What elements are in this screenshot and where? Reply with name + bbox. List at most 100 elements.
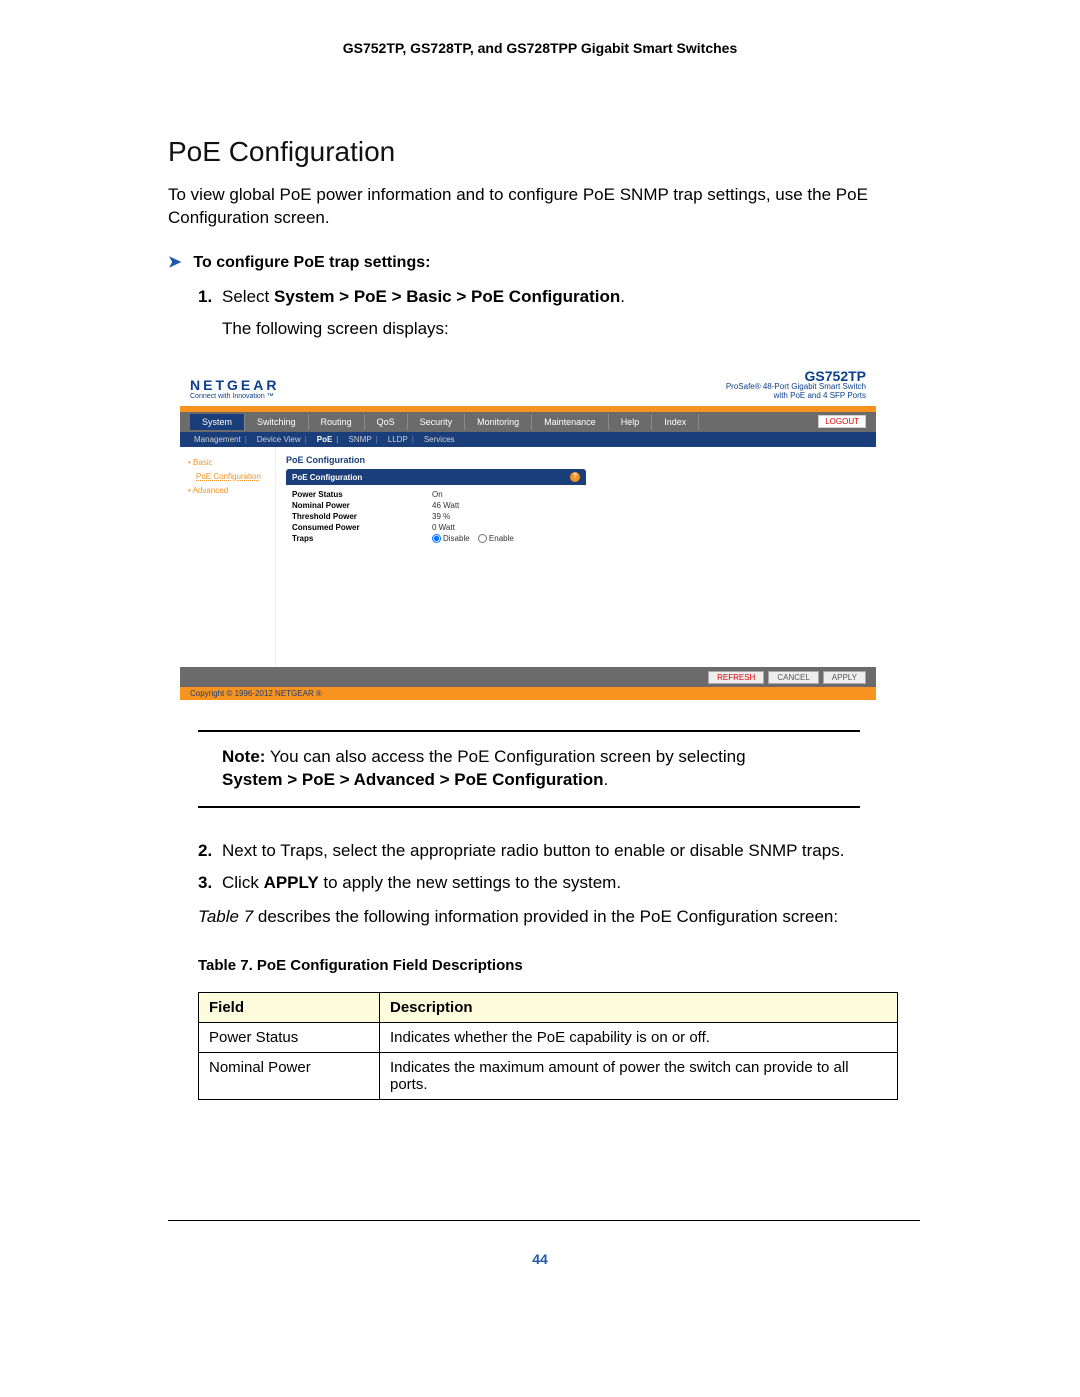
screenshot-copyright: Copyright © 1996-2012 NETGEAR ® [180, 687, 876, 700]
field-description-table: Field Description Power Status Indicates… [198, 992, 898, 1100]
tab-maintenance[interactable]: Maintenance [532, 414, 609, 430]
content-area: PoE Configuration To view global PoE pow… [0, 136, 1080, 1100]
tab-help[interactable]: Help [609, 414, 653, 430]
steps-list: 1. Select System > PoE > Basic > PoE Con… [198, 284, 920, 343]
tab-system[interactable]: System [190, 414, 245, 430]
tab-routing[interactable]: Routing [309, 414, 365, 430]
tab-qos[interactable]: QoS [365, 414, 408, 430]
screenshot: NETGEAR Connect with Innovation ™ GS752T… [180, 361, 876, 700]
sidebar-basic-label: Basic [193, 458, 213, 467]
subtab-snmp[interactable]: SNMP [345, 435, 382, 444]
table-caption: Table 7. PoE Configuration Field Descrip… [198, 957, 920, 974]
model-line2: with PoE and 4 SFP Ports [726, 392, 866, 400]
row-power-status: Power Status On [286, 489, 586, 500]
traps-value: Disable Enable [432, 534, 520, 545]
table-ref-italic: Table 7 [198, 907, 253, 926]
logout-button[interactable]: LOGOUT [818, 415, 866, 428]
procedure-heading-text: To configure PoE trap settings: [193, 254, 430, 272]
subtab-services[interactable]: Services [420, 435, 459, 444]
step-2: 2. Next to Traps, select the appropriate… [198, 838, 920, 864]
netgear-logo: NETGEAR [190, 377, 279, 393]
consumed-power-value: 0 Watt [432, 523, 455, 532]
subtab-management[interactable]: Management [190, 435, 251, 444]
sidebar-item-poe-config[interactable]: PoE Configuration [180, 470, 275, 483]
step-3: 3. Click APPLY to apply the new settings… [198, 870, 920, 896]
note-prefix: Note: [222, 747, 265, 766]
note-rule-top [198, 730, 860, 732]
panel-body: Power Status On Nominal Power 46 Watt Th… [286, 485, 586, 550]
nominal-power-label: Nominal Power [292, 501, 432, 510]
tab-monitoring[interactable]: Monitoring [465, 414, 532, 430]
table-ref-rest: describes the following information prov… [253, 907, 838, 926]
note-line2-bold: System > PoE > Advanced > PoE Configurat… [222, 770, 604, 789]
step-number: 3. [198, 870, 212, 896]
main-panel-area: PoE Configuration PoE Configuration ? Po… [276, 447, 876, 667]
apply-button[interactable]: APPLY [823, 671, 866, 684]
step-text-bold: System > PoE > Basic > PoE Configuration [274, 287, 620, 306]
table-reference: Table 7 describes the following informat… [198, 907, 920, 927]
td-field: Nominal Power [199, 1052, 380, 1099]
disable-label: Disable [443, 534, 470, 543]
row-nominal-power: Nominal Power 46 Watt [286, 500, 586, 511]
radio-enable[interactable] [478, 534, 487, 543]
screenshot-body: • Basic PoE Configuration • Advanced PoE… [180, 447, 876, 667]
brand-tagline: Connect with Innovation ™ [190, 393, 279, 400]
subtab-poe[interactable]: PoE [313, 435, 343, 444]
sidebar-item-advanced[interactable]: • Advanced [180, 483, 275, 498]
footer-rule [168, 1220, 920, 1221]
main-tabs: System Switching Routing QoS Security Mo… [180, 412, 876, 432]
refresh-button[interactable]: REFRESH [708, 671, 764, 684]
model-number: GS752TP [726, 369, 866, 384]
traps-disable-radio[interactable]: Disable [432, 534, 470, 543]
subtab-device-view[interactable]: Device View [253, 435, 311, 444]
note-line2-suffix: . [604, 770, 609, 789]
row-consumed-power: Consumed Power 0 Watt [286, 522, 586, 533]
panel-title: PoE Configuration [286, 455, 866, 465]
cancel-button[interactable]: CANCEL [768, 671, 818, 684]
step-text-prefix: Select [222, 287, 274, 306]
step-text: Next to Traps, select the appropriate ra… [222, 841, 844, 860]
intro-paragraph: To view global PoE power information and… [168, 184, 920, 230]
th-description: Description [380, 992, 898, 1022]
brand-block: NETGEAR Connect with Innovation ™ [190, 377, 279, 400]
traps-enable-radio[interactable]: Enable [478, 534, 514, 543]
page-number: 44 [0, 1251, 1080, 1267]
section-title: PoE Configuration [168, 136, 920, 168]
sidebar-item-basic[interactable]: • Basic [180, 455, 275, 470]
tab-index[interactable]: Index [652, 414, 699, 430]
screenshot-header: NETGEAR Connect with Innovation ™ GS752T… [180, 361, 876, 406]
info-icon[interactable]: ? [570, 472, 580, 482]
tab-switching[interactable]: Switching [245, 414, 309, 430]
threshold-power-value: 39 % [432, 512, 450, 521]
step-text-bold: APPLY [264, 873, 319, 892]
step-text-prefix: Click [222, 873, 264, 892]
panel-header-text: PoE Configuration [292, 473, 362, 482]
sidebar-advanced-label: Advanced [193, 486, 229, 495]
note-block: Note: You can also access the PoE Config… [198, 730, 860, 808]
step-1: 1. Select System > PoE > Basic > PoE Con… [198, 284, 920, 343]
panel-header: PoE Configuration ? [286, 469, 586, 485]
power-status-value: On [432, 490, 443, 499]
steps-list-continued: 2. Next to Traps, select the appropriate… [198, 838, 920, 897]
sidebar: • Basic PoE Configuration • Advanced [180, 447, 276, 667]
model-info: GS752TP ProSafe® 48-Port Gigabit Smart S… [726, 369, 866, 400]
td-description: Indicates the maximum amount of power th… [380, 1052, 898, 1099]
power-status-label: Power Status [292, 490, 432, 499]
step-number: 1. [198, 284, 212, 310]
step-subtext: The following screen displays: [222, 316, 920, 342]
poe-config-panel: PoE Configuration ? Power Status On Nomi… [286, 469, 586, 550]
radio-disable[interactable] [432, 534, 441, 543]
enable-label: Enable [489, 534, 514, 543]
table-row: Nominal Power Indicates the maximum amou… [199, 1052, 898, 1099]
step-text-suffix: . [620, 287, 625, 306]
consumed-power-label: Consumed Power [292, 523, 432, 532]
step-text-suffix: to apply the new settings to the system. [319, 873, 621, 892]
th-field: Field [199, 992, 380, 1022]
tab-security[interactable]: Security [408, 414, 466, 430]
row-threshold-power: Threshold Power 39 % [286, 511, 586, 522]
traps-label: Traps [292, 534, 432, 545]
note-line1: You can also access the PoE Configuratio… [265, 747, 745, 766]
procedure-heading: ➤ To configure PoE trap settings: [168, 252, 920, 272]
subtab-lldp[interactable]: LLDP [384, 435, 418, 444]
step-number: 2. [198, 838, 212, 864]
